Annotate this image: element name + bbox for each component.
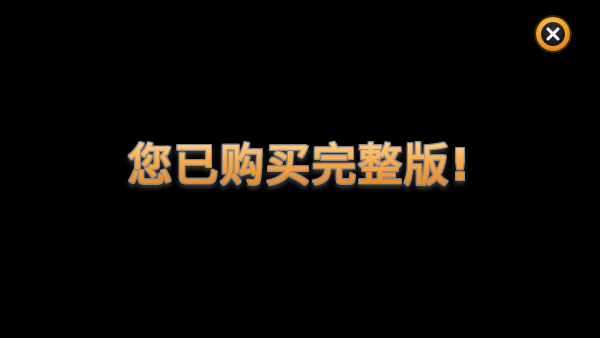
close-button-inner bbox=[541, 22, 565, 46]
purchase-complete-screen: 您已购买完整版! bbox=[0, 0, 600, 338]
close-button[interactable] bbox=[536, 17, 570, 51]
close-x-icon bbox=[546, 27, 560, 41]
purchase-complete-message: 您已购买完整版! bbox=[0, 136, 600, 196]
